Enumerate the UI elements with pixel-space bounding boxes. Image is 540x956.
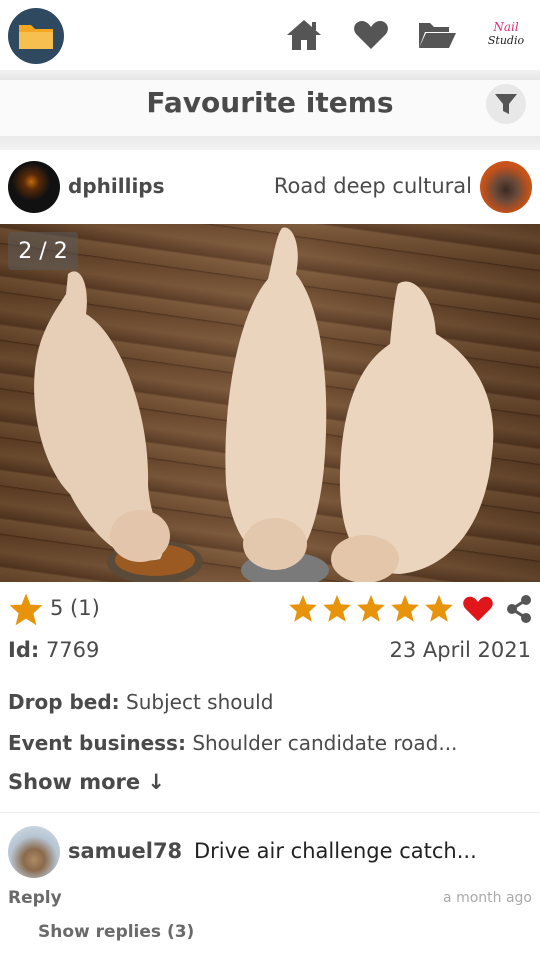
- post-date: 23 April 2021: [389, 638, 531, 662]
- show-more-button[interactable]: Show more ↓: [8, 770, 165, 794]
- post-title[interactable]: Road deep cultural: [274, 174, 472, 198]
- home-icon[interactable]: [283, 14, 325, 56]
- separator-band: [0, 70, 540, 80]
- id-label: Id:: [8, 638, 40, 662]
- item-id: Id: 7769: [8, 638, 99, 662]
- post-image[interactable]: 2 / 2: [0, 224, 540, 582]
- field-label: Drop bed:: [8, 690, 120, 714]
- user-avatar[interactable]: [8, 161, 60, 213]
- star-icon[interactable]: [424, 592, 454, 624]
- rating-row: 5 (1): [0, 588, 540, 628]
- logo-line-2: Studio: [487, 34, 525, 47]
- top-navigation-bar: Nail Studio: [0, 0, 540, 70]
- post-header: dphillips Road deep cultural: [0, 150, 540, 224]
- field-label: Event business:: [8, 731, 186, 755]
- comment-username[interactable]: samuel78: [68, 839, 182, 863]
- star-icon[interactable]: [356, 592, 386, 624]
- folder-open-icon[interactable]: [416, 14, 458, 56]
- folder-icon[interactable]: [8, 8, 64, 64]
- field-value: Shoulder candidate road...: [192, 731, 458, 755]
- user-rating-stars[interactable]: [288, 592, 454, 626]
- title-bar: Favourite items: [0, 80, 540, 136]
- rating-value: 5 (1): [50, 596, 100, 620]
- field-drop-bed: Drop bed: Subject should: [8, 690, 273, 714]
- cats-illustration: [34, 227, 494, 582]
- favourite-heart-icon[interactable]: [460, 592, 496, 626]
- star-icon: [8, 592, 44, 626]
- share-icon[interactable]: [502, 592, 536, 626]
- reply-button[interactable]: Reply: [8, 888, 62, 908]
- id-value: 7769: [45, 638, 100, 662]
- star-icon[interactable]: [322, 592, 352, 624]
- logo-line-1: Nail: [493, 20, 519, 34]
- field-value: Subject should: [126, 690, 274, 714]
- star-icon[interactable]: [288, 592, 318, 624]
- field-event-business: Event business: Shoulder candidate road.…: [8, 731, 457, 755]
- image-counter: 2 / 2: [8, 232, 78, 270]
- page-title: Favourite items: [146, 86, 394, 119]
- comment-text[interactable]: Drive air challenge catch...: [194, 839, 477, 863]
- heart-icon[interactable]: [350, 14, 392, 56]
- show-replies-button[interactable]: Show replies (3): [38, 922, 194, 942]
- divider: [0, 812, 540, 813]
- star-icon[interactable]: [390, 592, 420, 624]
- filter-icon[interactable]: [486, 84, 526, 124]
- nail-studio-logo[interactable]: Nail Studio: [484, 14, 528, 54]
- separator-band: [0, 136, 540, 150]
- post-avatar[interactable]: [480, 161, 532, 213]
- commenter-avatar[interactable]: [8, 826, 60, 878]
- post-username[interactable]: dphillips: [68, 174, 165, 198]
- comment-time: a month ago: [443, 890, 532, 906]
- meta-row: Id: 7769 23 April 2021: [0, 634, 540, 668]
